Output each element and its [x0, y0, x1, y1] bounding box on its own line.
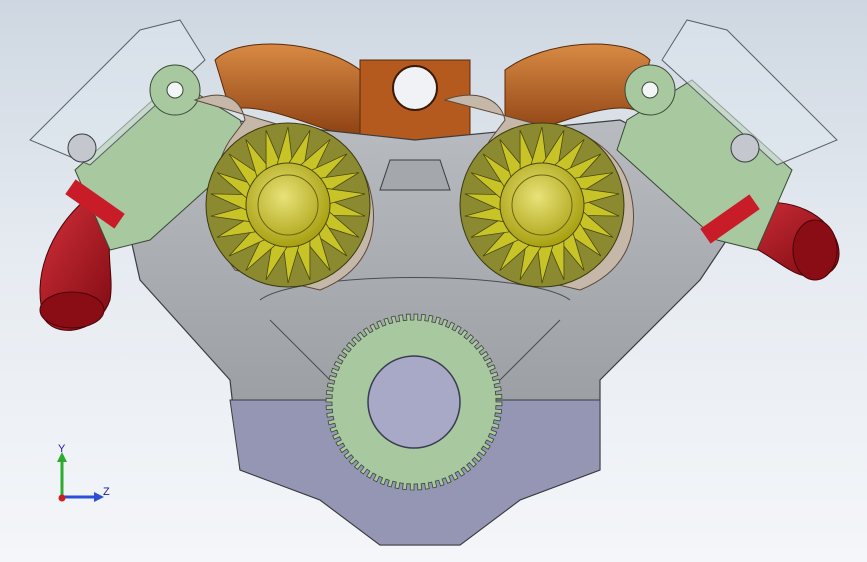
y-axis-label: Y: [58, 443, 66, 455]
cad-viewport[interactable]: Y Z: [0, 0, 867, 562]
orientation-triad: Y Z: [57, 443, 110, 502]
crankshaft-bore: [367, 355, 461, 449]
engine-model[interactable]: [0, 0, 867, 562]
z-axis-label: Z: [103, 486, 110, 498]
x-axis-icon: [58, 494, 66, 502]
turbo-compressor-wheel-left: [205, 122, 371, 288]
turbo-compressor-wheel-right: [459, 122, 625, 288]
